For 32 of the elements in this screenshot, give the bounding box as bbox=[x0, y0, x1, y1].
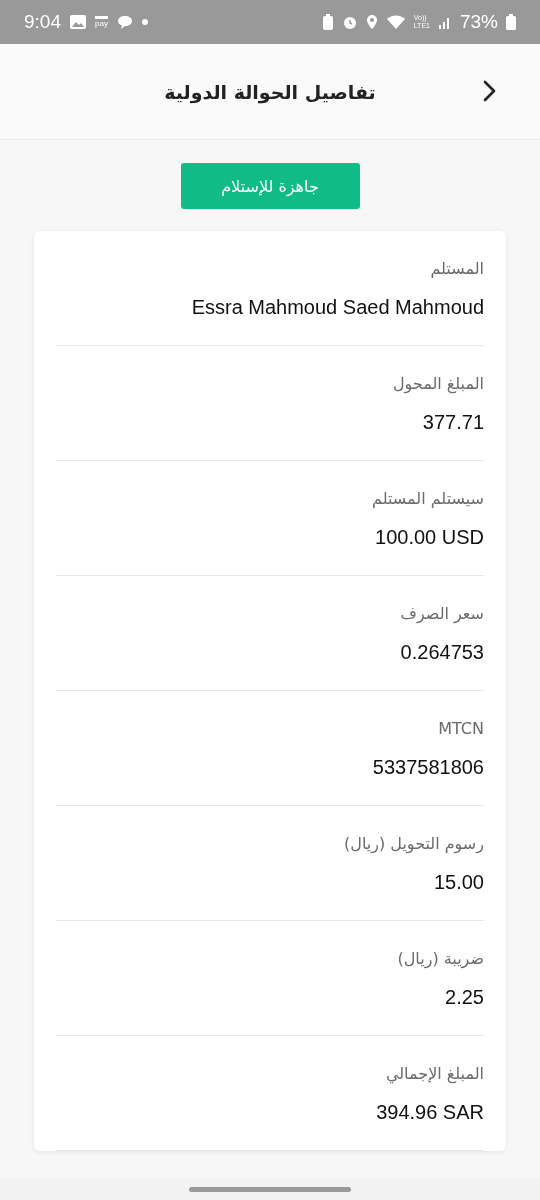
field-label: رسوم التحويل (ريال) bbox=[343, 833, 484, 856]
wifi-icon bbox=[385, 14, 406, 30]
chevron-icon[interactable] bbox=[482, 80, 496, 102]
field-value: 100.00 USD bbox=[374, 525, 484, 550]
field-label: سيستلم المستلم bbox=[371, 488, 484, 510]
page-title: تفاصيل الحوالة الدولية bbox=[164, 80, 376, 103]
battery-saver-icon bbox=[321, 13, 334, 31]
field-label: سعر الصرف bbox=[399, 603, 484, 625]
battery-percent: 73% bbox=[459, 11, 498, 33]
field-value: Essra Mahmoud Saed Mahmoud bbox=[190, 295, 484, 320]
field-value: 5337581806 bbox=[371, 755, 484, 780]
location-icon bbox=[365, 14, 378, 30]
dot-icon bbox=[141, 19, 148, 25]
field-value: 377.71 bbox=[421, 410, 484, 435]
field-value: 0.264753 bbox=[399, 640, 484, 665]
field-value: 15.00 bbox=[432, 870, 484, 895]
signal-icon bbox=[437, 15, 452, 29]
battery-icon bbox=[506, 14, 516, 30]
chat-icon bbox=[115, 14, 134, 30]
clock-time: 9:04 bbox=[24, 11, 61, 33]
field-label: MTCN bbox=[437, 718, 484, 740]
home-handle[interactable] bbox=[189, 1186, 351, 1192]
gallery-icon bbox=[69, 14, 87, 30]
field-label: المبلغ الإجمالي bbox=[384, 1063, 484, 1086]
status-button[interactable]: جاهزة للإستلام bbox=[180, 163, 360, 209]
field-value: 2.25 bbox=[444, 985, 484, 1010]
pay-label: pay bbox=[95, 15, 108, 29]
alarm-icon bbox=[341, 14, 358, 30]
field-label: المستلم bbox=[429, 258, 484, 280]
field-value: 394.96 SAR bbox=[375, 1100, 484, 1125]
field-label: ضريبة (ريال) bbox=[396, 948, 484, 971]
field-label: المبلغ المحول bbox=[391, 373, 484, 396]
